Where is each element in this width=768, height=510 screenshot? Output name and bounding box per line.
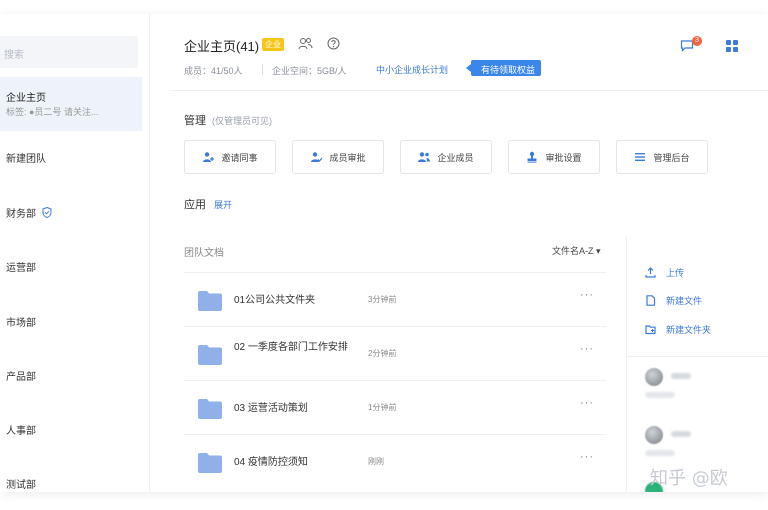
approval-settings-button[interactable]: 审批设置 [508, 140, 600, 174]
new-folder-button[interactable]: 新建文件夹 [645, 323, 711, 336]
file-time: 2分钟前 [368, 349, 397, 358]
user-check-icon [311, 152, 323, 162]
enterprise-members-button[interactable]: 企业成员 [400, 140, 492, 174]
enterprise-space: 企业空间：5GB/人 [272, 66, 347, 76]
button-label: 管理后台 [653, 152, 690, 163]
more-icon[interactable]: ··· [580, 289, 594, 301]
notification-button[interactable]: 3 [680, 36, 702, 52]
sidebar-item-subtitle: 标签: ●员二号 请关注... [6, 107, 99, 117]
folder-icon [198, 291, 222, 311]
sidebar-item-label: 运营部 [6, 263, 36, 274]
apps-section-title: 应用 展开 [184, 196, 232, 212]
search-input[interactable]: 搜索 [0, 36, 138, 68]
sidebar-item-label: 测试部 [6, 480, 36, 491]
divider [627, 356, 768, 357]
app-window: 搜索 企业主页 标签: ●员二号 请关注... 新建团队 财务部 运营部 市场部… [0, 14, 768, 492]
folder-icon [198, 453, 222, 473]
manage-title: 管理 [184, 115, 206, 127]
avatar [645, 368, 663, 386]
file-name: 01公司公共文件夹 [234, 295, 316, 306]
file-name: 04 疫情防控须知 [234, 457, 308, 468]
activity-item [645, 368, 765, 404]
benefits-pill[interactable]: 有待领取权益 [465, 60, 542, 76]
manage-subtitle: (仅管理员可见) [212, 116, 272, 126]
sidebar-item-marketing[interactable]: 市场部 [6, 314, 36, 329]
sidebar: 搜索 企业主页 标签: ●员二号 请关注... 新建团队 财务部 运营部 市场部… [0, 14, 150, 492]
file-name: 03 运营活动策划 [234, 403, 308, 414]
notification-badge: 3 [692, 36, 702, 46]
add-user-icon [203, 152, 215, 162]
action-label: 上传 [666, 268, 685, 278]
sidebar-item-testing[interactable]: 测试部 [6, 476, 36, 491]
file-time: 1分钟前 [368, 403, 397, 412]
sidebar-item-label: 产品部 [6, 372, 36, 383]
file-time: 3分钟前 [368, 295, 397, 304]
folder-add-icon [645, 325, 656, 335]
upload-button[interactable]: 上传 [645, 266, 684, 279]
sidebar-item-hr[interactable]: 人事部 [6, 422, 36, 437]
help-icon[interactable] [327, 37, 340, 50]
apps-title: 应用 [184, 199, 206, 211]
table-row[interactable]: 03 运营活动策划 1分钟前 ··· [184, 380, 606, 434]
folder-icon [198, 345, 222, 365]
file-name: 02 一季度各部门工作安排 [234, 342, 348, 353]
stamp-icon [527, 151, 537, 163]
sidebar-item-enterprise-home[interactable]: 企业主页 标签: ●员二号 请关注... [0, 77, 142, 131]
apps-expand-link[interactable]: 展开 [214, 200, 232, 210]
page-title: 企业主页(41) [184, 39, 260, 54]
admin-console-button[interactable]: 管理后台 [616, 140, 708, 174]
divider [262, 64, 263, 75]
activity-item [645, 426, 765, 462]
more-icon[interactable]: ··· [580, 451, 594, 463]
enterprise-badge: 企业 [262, 38, 284, 51]
growth-plan-link[interactable]: 中小企业成长计划 [376, 63, 448, 76]
more-icon[interactable]: ··· [580, 397, 594, 409]
button-label: 企业成员 [437, 152, 474, 163]
button-label: 成员审批 [329, 152, 366, 163]
sidebar-item-new-team[interactable]: 新建团队 [6, 150, 46, 165]
members-icon[interactable] [298, 37, 313, 50]
sort-dropdown[interactable]: 文件名A-Z ▾ [552, 244, 601, 257]
team-docs-title: 团队文档 [184, 248, 224, 259]
avatar [645, 426, 663, 444]
button-label: 邀请同事 [221, 152, 258, 163]
sidebar-item-finance[interactable]: 财务部 [6, 205, 52, 220]
table-row[interactable]: 01公司公共文件夹 3分钟前 ··· [184, 272, 606, 326]
file-time: 刚刚 [368, 457, 384, 466]
divider [170, 90, 768, 91]
shield-icon [42, 207, 52, 218]
sidebar-item-label: 人事部 [6, 426, 36, 437]
file-icon [646, 295, 656, 306]
sidebar-item-label: 市场部 [6, 318, 36, 329]
apps-grid-icon[interactable] [726, 40, 738, 52]
right-panel: 上传 新建文件 新建文件夹 [626, 236, 768, 492]
action-label: 新建文件 [666, 296, 703, 306]
button-label: 审批设置 [545, 152, 582, 163]
action-label: 新建文件夹 [666, 325, 712, 335]
table-row[interactable]: 04 疫情防控须知 刚刚 ··· [184, 434, 606, 488]
upload-icon [645, 267, 656, 278]
table-row[interactable]: 02 一季度各部门工作安排 2分钟前 ··· [184, 326, 606, 380]
sidebar-item-operations[interactable]: 运营部 [6, 259, 36, 274]
sidebar-item-label: 新建团队 [6, 154, 46, 165]
sidebar-item-product[interactable]: 产品部 [6, 368, 36, 383]
watermark: 知乎 @欧 [650, 468, 728, 489]
more-icon[interactable]: ··· [580, 343, 594, 355]
users-icon [418, 152, 431, 162]
member-approval-button[interactable]: 成员审批 [292, 140, 384, 174]
menu-list-icon [635, 153, 646, 161]
sidebar-item-label: 财务部 [6, 209, 36, 220]
new-file-button[interactable]: 新建文件 [645, 294, 702, 307]
manage-section-title: 管理 (仅管理员可见) [184, 112, 272, 128]
member-count: 成员：41/50人 [184, 66, 243, 76]
invite-colleague-button[interactable]: 邀请同事 [184, 140, 276, 174]
folder-icon [198, 399, 222, 419]
sidebar-item-label: 企业主页 [6, 93, 46, 104]
